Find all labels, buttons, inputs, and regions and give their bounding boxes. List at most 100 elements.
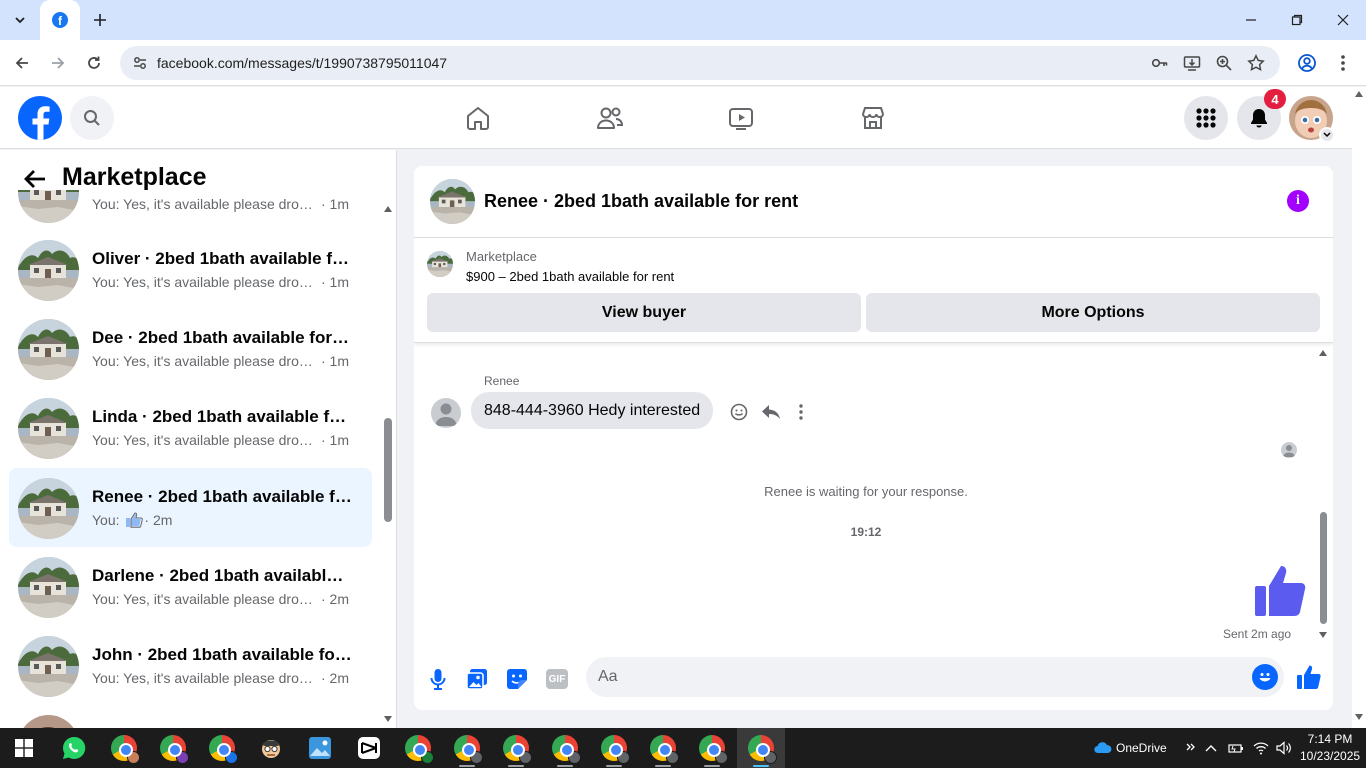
conversation-info-button[interactable]: i [1287, 190, 1309, 212]
taskbar-chrome-10[interactable] [688, 728, 736, 768]
chat-listing-thumbnail[interactable] [430, 179, 475, 224]
profile-badge-icon [568, 751, 581, 764]
scroll-down-arrow-icon[interactable] [1355, 714, 1363, 720]
site-settings-icon[interactable] [132, 55, 148, 71]
scroll-up-arrow-icon[interactable] [1319, 350, 1327, 356]
taskbar-chrome-9[interactable] [639, 728, 687, 768]
taskbar-chrome-6[interactable] [492, 728, 540, 768]
scroll-down-arrow-icon[interactable] [1319, 632, 1327, 638]
conversation-snippet: You: Yes, it's available please drop ... [92, 432, 317, 448]
nav-friends[interactable] [590, 98, 630, 138]
voice-clip-button[interactable] [425, 666, 451, 692]
taskbar-chrome-profile-4[interactable] [394, 728, 442, 768]
conversation-item-oliver[interactable]: Oliver · 2bed 1bath available for ... Yo… [9, 230, 372, 309]
conversation-item[interactable] [9, 705, 372, 728]
account-circle-icon [1298, 54, 1316, 72]
install-app-icon[interactable] [1180, 51, 1204, 75]
chat-scroll-thumb[interactable] [1320, 512, 1327, 624]
scroll-up-arrow-icon[interactable] [384, 206, 392, 212]
chrome-icon [405, 735, 434, 764]
scroll-down-arrow-icon[interactable] [384, 716, 392, 722]
taskbar-capcut[interactable] [345, 728, 393, 768]
conversation-item-john[interactable]: John · 2bed 1bath available for r... You… [9, 626, 372, 705]
scroll-up-arrow-icon[interactable] [1355, 91, 1363, 97]
chrome-icon [503, 735, 532, 764]
back-button[interactable] [10, 51, 34, 75]
browser-menu-button[interactable] [1331, 51, 1355, 75]
conversation-list-scroll-thumb[interactable] [384, 418, 392, 522]
gif-button[interactable]: GIF [546, 669, 568, 689]
conversation-item-renee[interactable]: Renee · 2bed 1bath available for ... You… [9, 468, 372, 547]
facebook-search-button[interactable] [70, 96, 114, 140]
zoom-icon[interactable] [1212, 51, 1236, 75]
conversation-item-darlene[interactable]: Darlene · 2bed 1bath available fo... You… [9, 547, 372, 626]
reload-button[interactable] [82, 51, 106, 75]
taskbar-chrome-profile-3[interactable] [198, 728, 246, 768]
marketplace-conversations-panel: Marketplace You: Yes, it's available ple… [0, 150, 397, 728]
friends-icon [597, 107, 624, 129]
browser-tab-facebook[interactable]: f [40, 0, 80, 40]
nav-marketplace[interactable] [853, 98, 893, 138]
profile-button[interactable] [1295, 51, 1319, 75]
taskbar-chrome-profile-1[interactable] [100, 728, 148, 768]
taskbar-clock[interactable]: 7:14 PM 10/23/2025 [1300, 731, 1360, 765]
nav-video[interactable] [721, 98, 761, 138]
account-caret-icon[interactable] [1319, 127, 1335, 143]
profile-badge-icon [519, 751, 532, 764]
sent-status: Sent 2m ago [1223, 627, 1292, 641]
taskbar-chrome-8[interactable] [590, 728, 638, 768]
message-input[interactable] [586, 657, 1284, 697]
taskbar-chrome-5[interactable] [443, 728, 491, 768]
show-hidden-icons-button[interactable] [1204, 728, 1218, 768]
sticker-button[interactable] [504, 666, 530, 692]
nav-home[interactable] [458, 98, 498, 138]
menu-grid-button[interactable] [1184, 96, 1228, 140]
incoming-message-bubble[interactable]: 848-444-3960 Hedy interested [471, 392, 714, 429]
message-more-button[interactable] [789, 400, 813, 424]
network-tray[interactable] [1253, 728, 1269, 768]
taskbar-chrome-7[interactable] [541, 728, 589, 768]
address-bar[interactable]: facebook.com/messages/t/1990738795011047 [120, 46, 1280, 80]
more-options-button[interactable]: More Options [866, 293, 1320, 332]
conversation-item-dee[interactable]: Dee · 2bed 1bath available for rent You:… [9, 309, 372, 388]
listing-title[interactable]: $900 – 2bed 1bath available for rent [466, 269, 674, 284]
cartoon-app-icon [262, 740, 280, 758]
send-like-button[interactable] [1294, 662, 1324, 692]
bookmark-star-icon[interactable] [1244, 51, 1268, 75]
sent-like-sticker[interactable] [1252, 562, 1310, 620]
conversation-preview: You: Yes, it's available please drop ...… [92, 432, 362, 448]
taskbar-app-character[interactable] [247, 728, 295, 768]
attach-photo-button[interactable] [464, 666, 490, 692]
minimize-icon [1246, 19, 1256, 21]
conversation-item-linda[interactable]: Linda · 2bed 1bath available for r... Yo… [9, 388, 372, 467]
sender-avatar[interactable] [431, 398, 461, 428]
password-key-icon[interactable] [1148, 51, 1172, 75]
forward-button[interactable] [46, 51, 70, 75]
browser-toolbar: facebook.com/messages/t/1990738795011047 [0, 40, 1366, 86]
tray-overflow-chevron[interactable] [1185, 728, 1197, 768]
tab-search-button[interactable] [8, 8, 32, 32]
react-button[interactable] [727, 400, 751, 424]
page-scrollbar[interactable] [1352, 87, 1366, 728]
facebook-logo-icon[interactable] [18, 96, 62, 140]
close-window-button[interactable] [1320, 0, 1366, 40]
minimize-button[interactable] [1228, 0, 1274, 40]
url-text[interactable]: facebook.com/messages/t/1990738795011047 [157, 55, 447, 71]
volume-tray[interactable] [1276, 728, 1292, 768]
onedrive-tray[interactable]: OneDrive [1094, 728, 1167, 768]
battery-tray[interactable] [1228, 728, 1244, 768]
reply-button[interactable] [759, 400, 783, 424]
new-tab-button[interactable] [88, 8, 112, 32]
taskbar-chrome-active[interactable] [737, 728, 785, 768]
profile-badge-icon [127, 751, 140, 764]
taskbar-whatsapp[interactable] [50, 728, 98, 768]
view-buyer-button[interactable]: View buyer [427, 293, 861, 332]
conversation-item[interactable]: You: Yes, it's available please drop ...… [9, 190, 372, 231]
chrome-icon [699, 735, 728, 764]
taskbar-chrome-profile-2[interactable] [149, 728, 197, 768]
restore-button[interactable] [1274, 0, 1320, 40]
start-button[interactable] [0, 728, 48, 768]
taskbar-photos[interactable] [296, 728, 344, 768]
emoji-button[interactable] [1252, 664, 1278, 690]
chat-title[interactable]: Renee · 2bed 1bath available for rent [484, 191, 798, 212]
